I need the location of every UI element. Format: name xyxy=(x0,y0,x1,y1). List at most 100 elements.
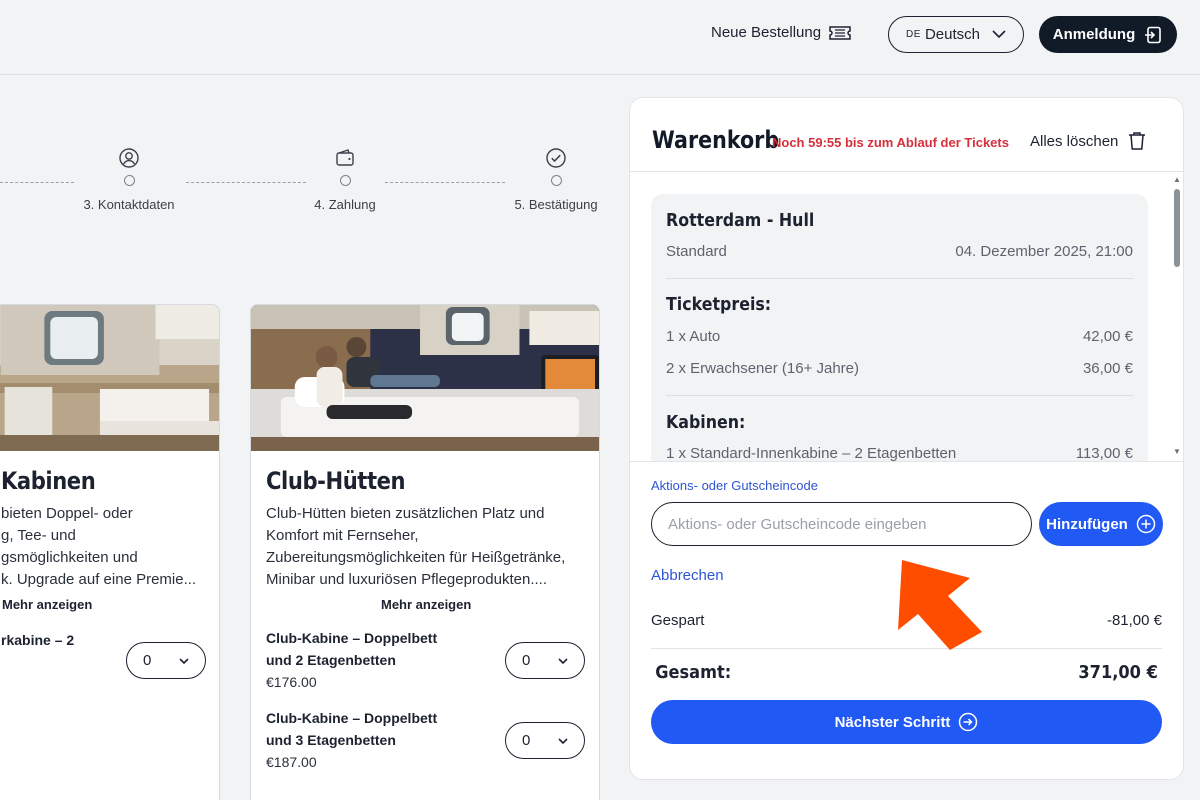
ticket-price-heading: Ticketpreis: xyxy=(666,294,772,315)
card-desc-line: Minibar und luxuriösen Pflegeprodukten..… xyxy=(266,571,548,588)
cabin-option-name-line: und 3 Etagenbetten xyxy=(266,732,396,748)
cabin-option-name-line: Club-Kabine – Doppelbett xyxy=(266,630,438,646)
cabin-option-name: rkabine – 2 xyxy=(1,632,75,648)
cabin-option-price: €187.00 xyxy=(266,754,317,770)
language-select[interactable]: DE Deutsch xyxy=(888,16,1024,53)
cabin-option-name-line: Club-Kabine – Doppelbett xyxy=(266,710,438,726)
scroll-up-arrow[interactable]: ▲ xyxy=(1173,175,1181,184)
shopping-cart-panel: Warenkorb Noch 59:55 bis zum Ablauf der … xyxy=(629,97,1184,780)
promo-code-label: Aktions- oder Gutscheincode xyxy=(651,478,818,493)
next-step-label: Nächster Schritt xyxy=(834,713,951,731)
trip-details-row: Standard 04. Dezember 2025, 21:00 xyxy=(666,243,1133,260)
cabin-option-price: €176.00 xyxy=(266,674,317,690)
cabin-card-standard: Kabinen bieten Doppel- oder g, Tee- und … xyxy=(0,304,220,800)
cart-items-scroll-area[interactable]: Rotterdam - Hull Standard 04. Dezember 2… xyxy=(630,173,1183,461)
ticket-timer: Noch 59:55 bis zum Ablauf der Tickets xyxy=(772,135,1009,150)
price-line-value: 36,00 € xyxy=(1082,360,1133,377)
cabin-option: Club-Kabine – Doppelbett und 2 Etagenbet… xyxy=(266,627,437,693)
cart-scrollbar[interactable]: ▲ ▼ xyxy=(1171,173,1183,461)
scrollbar-thumb[interactable] xyxy=(1174,189,1180,267)
chevron-down-icon xyxy=(992,30,1006,39)
total-label: Gesamt: xyxy=(655,662,732,683)
cart-header: Warenkorb Noch 59:55 bis zum Ablauf der … xyxy=(630,98,1183,172)
clear-all-label: Alles löschen xyxy=(1030,132,1119,150)
card-desc-line: gsmöglichkeiten und xyxy=(1,549,138,566)
chevron-down-icon xyxy=(179,658,189,665)
chevron-down-icon xyxy=(558,658,568,665)
new-order-link[interactable]: Neue Bestellung xyxy=(711,24,851,41)
step-contact-details: 3. Kontaktdaten xyxy=(59,148,199,212)
add-promo-button[interactable]: Hinzufügen xyxy=(1039,502,1163,546)
step-label: 4. Zahlung xyxy=(314,197,376,212)
total-value: 371,00 € xyxy=(1078,662,1158,683)
step-label: 5. Bestätigung xyxy=(514,197,598,212)
show-more-link[interactable]: Mehr anzeigen xyxy=(2,597,92,612)
step-dot xyxy=(123,175,135,186)
plus-circle-icon xyxy=(1136,514,1156,534)
scroll-down-arrow[interactable]: ▼ xyxy=(1173,447,1181,456)
card-desc-line: Komfort mit Fernseher, xyxy=(266,527,419,544)
cabin-option: rkabine – 2 xyxy=(1,629,74,651)
total-row: Gesamt: 371,00 € xyxy=(651,662,1162,683)
price-line: 1 x Standard-Innenkabine – 2 Etagenbette… xyxy=(666,445,1133,461)
annotation-arrow-icon xyxy=(898,560,982,650)
login-label: Anmeldung xyxy=(1052,26,1136,43)
price-line-label: 1 x Auto xyxy=(666,328,721,345)
card-title: Kabinen xyxy=(1,467,96,495)
price-line: 2 x Erwachsener (16+ Jahre) 36,00 € xyxy=(666,360,1133,377)
price-line: 1 x Auto 42,00 € xyxy=(666,328,1133,345)
top-bar: Neue Bestellung DE Deutsch Anmeldung xyxy=(0,0,1200,75)
quantity-select[interactable]: 0 xyxy=(505,642,585,679)
cancel-promo-link[interactable]: Abbrechen xyxy=(651,567,724,584)
wallet-icon xyxy=(336,149,354,166)
add-promo-label: Hinzufügen xyxy=(1046,515,1128,533)
language-label: Deutsch xyxy=(924,26,980,43)
promo-code-input[interactable] xyxy=(651,502,1032,546)
trash-icon xyxy=(1129,132,1146,150)
departure-time: 04. Dezember 2025, 21:00 xyxy=(955,243,1133,260)
club-cabin-photo xyxy=(251,305,599,451)
clear-all-button[interactable]: Alles löschen xyxy=(1030,131,1146,151)
card-desc-line: Club-Hütten bieten zusätzlichen Platz un… xyxy=(266,505,545,522)
price-line-value: 42,00 € xyxy=(1082,328,1133,345)
step-label: 3. Kontaktdaten xyxy=(83,197,175,212)
cabin-option-name-line: und 2 Etagenbetten xyxy=(266,652,396,668)
fare-class: Standard xyxy=(666,243,727,260)
divider xyxy=(666,395,1133,396)
next-step-button[interactable]: Nächster Schritt xyxy=(651,700,1162,744)
cabin-photo xyxy=(0,305,219,451)
card-desc-line: Zubereitungsmöglichkeiten für Heißgeträn… xyxy=(266,549,566,566)
route-title: Rotterdam - Hull xyxy=(666,210,815,231)
chevron-down-icon xyxy=(558,738,568,745)
card-desc-line: bieten Doppel- oder xyxy=(1,505,133,522)
card-description: bieten Doppel- oder g, Tee- und gsmöglic… xyxy=(1,503,196,591)
trip-summary: Rotterdam - Hull Standard 04. Dezember 2… xyxy=(651,194,1148,461)
new-order-label: Neue Bestellung xyxy=(711,24,822,41)
savings-value: -81,00 € xyxy=(1106,612,1162,629)
divider xyxy=(666,278,1133,279)
arrow-right-circle-icon xyxy=(959,712,978,732)
savings-label: Gespart xyxy=(651,612,705,629)
price-line-label: 1 x Standard-Innenkabine – 2 Etagenbette… xyxy=(666,445,957,461)
quantity-value: 0 xyxy=(522,732,531,749)
language-code: DE xyxy=(906,29,921,40)
login-button[interactable]: Anmeldung xyxy=(1039,16,1177,53)
quantity-select[interactable]: 0 xyxy=(126,642,206,679)
quantity-value: 0 xyxy=(522,652,531,669)
quantity-value: 0 xyxy=(143,652,152,669)
price-line-value: 113,00 € xyxy=(1075,445,1133,461)
user-circle-icon xyxy=(119,148,139,168)
quantity-select[interactable]: 0 xyxy=(505,722,585,759)
cart-title: Warenkorb xyxy=(652,126,780,154)
login-icon xyxy=(1145,26,1162,43)
step-dot xyxy=(339,175,351,186)
step-confirmation: 5. Bestätigung xyxy=(486,148,626,212)
check-circle-icon xyxy=(546,148,566,168)
card-desc-line: k. Upgrade auf eine Premie... xyxy=(1,571,197,588)
cabin-card-club: Club-Hütten Club-Hütten bieten zusätzlic… xyxy=(250,304,600,800)
step-payment: 4. Zahlung xyxy=(275,148,415,212)
card-title: Club-Hütten xyxy=(266,467,406,495)
card-description: Club-Hütten bieten zusätzlichen Platz un… xyxy=(266,503,565,591)
show-more-link[interactable]: Mehr anzeigen xyxy=(381,597,471,612)
cabin-option: Club-Kabine – Doppelbett und 3 Etagenbet… xyxy=(266,707,437,773)
